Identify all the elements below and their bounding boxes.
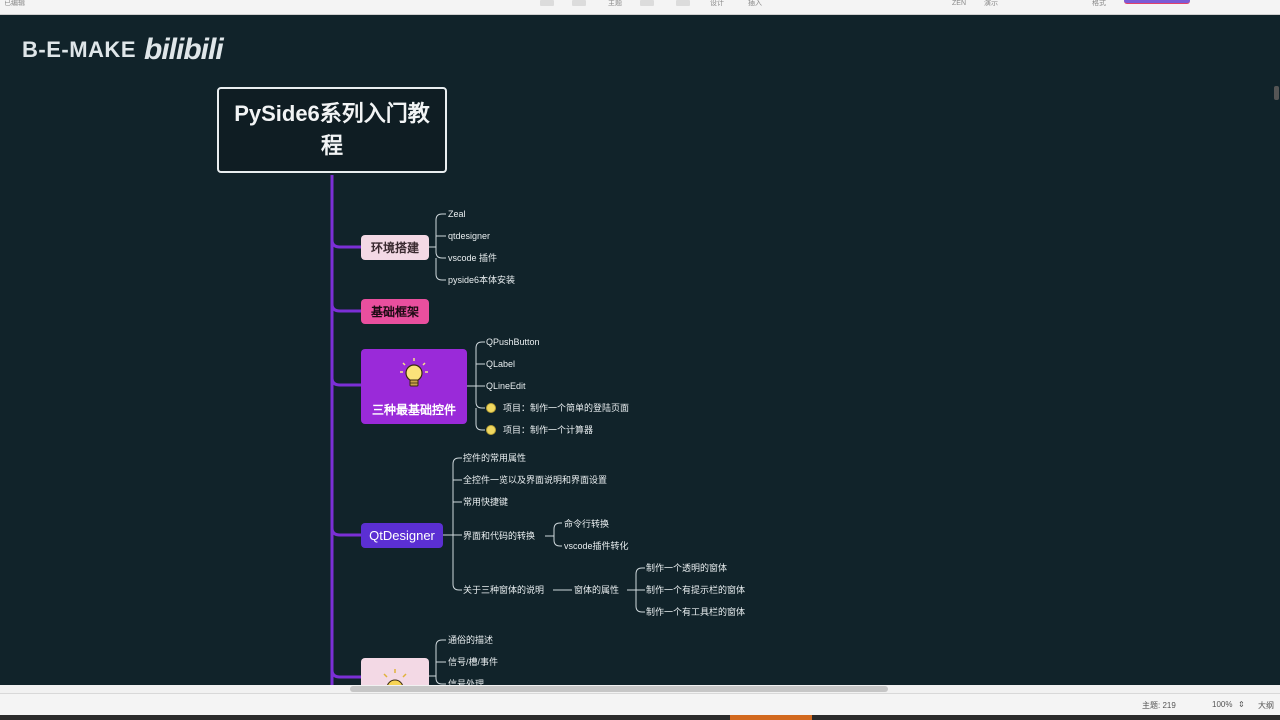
mindmap-root-node[interactable]: PySide6系列入门教程 <box>217 87 447 173</box>
status-bar: 主题: 219 100% ⇕ 大纲 <box>0 693 1280 716</box>
project-marker-icon <box>486 425 496 435</box>
leaf-all-controls[interactable]: 全控件一览以及界面说明和界面设置 <box>463 474 607 486</box>
leaf-qpushbutton[interactable]: QPushButton <box>486 336 540 348</box>
leaf-signal-slot-event[interactable]: 信号/槽/事件 <box>448 656 498 668</box>
leaf-toolbar-window[interactable]: 制作一个有工具栏的窗体 <box>646 606 745 618</box>
zoom-level[interactable]: 100% <box>1212 700 1232 709</box>
leaf-three-windows[interactable]: 关于三种窗体的说明 <box>463 584 544 596</box>
leaf-project-login[interactable]: 项目：制作一个简单的登陆页面 <box>503 402 629 414</box>
outline-toggle[interactable]: 大纲 <box>1258 700 1274 711</box>
leaf-window-props[interactable]: 窗体的属性 <box>574 584 619 596</box>
leaf-common-props[interactable]: 控件的常用属性 <box>463 452 526 464</box>
leaf-qtdesigner[interactable]: qtdesigner <box>448 230 490 242</box>
zoom-stepper-icon[interactable]: ⇕ <box>1238 700 1245 709</box>
scrollbar-thumb[interactable] <box>350 686 888 692</box>
leaf-pyside6-install[interactable]: pyside6本体安装 <box>448 274 515 286</box>
leaf-project-calculator[interactable]: 项目：制作一个计算器 <box>503 424 593 436</box>
leaf-qlabel[interactable]: QLabel <box>486 358 515 370</box>
leaf-plain-description[interactable]: 通俗的描述 <box>448 634 493 646</box>
node-env-setup[interactable]: 环境搭建 <box>361 235 429 260</box>
node-base-framework[interactable]: 基础框架 <box>361 299 429 324</box>
node-qtdesigner[interactable]: QtDesigner <box>361 523 443 548</box>
leaf-ui-code-convert[interactable]: 界面和代码的转换 <box>463 530 535 542</box>
leaf-zeal[interactable]: Zeal <box>448 208 466 220</box>
leaf-cmd-convert[interactable]: 命令行转换 <box>564 518 609 530</box>
leaf-qlineedit[interactable]: QLineEdit <box>486 380 526 392</box>
leaf-statusbar-window[interactable]: 制作一个有提示栏的窗体 <box>646 584 745 596</box>
lightbulb-icon <box>400 358 428 387</box>
leaf-vscode-convert[interactable]: vscode插件转化 <box>564 540 629 552</box>
project-marker-icon <box>486 403 496 413</box>
node-basic-controls[interactable]: 三种最基础控件 <box>361 349 467 424</box>
taskbar-active-indicator <box>730 715 812 720</box>
mindmap-connectors <box>330 175 645 685</box>
leaf-vscode-plugin[interactable]: vscode 插件 <box>448 252 497 264</box>
leaf-shortcuts[interactable]: 常用快捷键 <box>463 496 508 508</box>
leaf-transparent-window[interactable]: 制作一个透明的窗体 <box>646 562 727 574</box>
horizontal-scrollbar[interactable] <box>0 685 1280 693</box>
taskbar-strip <box>0 715 1280 720</box>
node-basic-controls-label: 三种最基础控件 <box>371 403 456 417</box>
topic-count: 主题: 219 <box>1142 701 1176 710</box>
